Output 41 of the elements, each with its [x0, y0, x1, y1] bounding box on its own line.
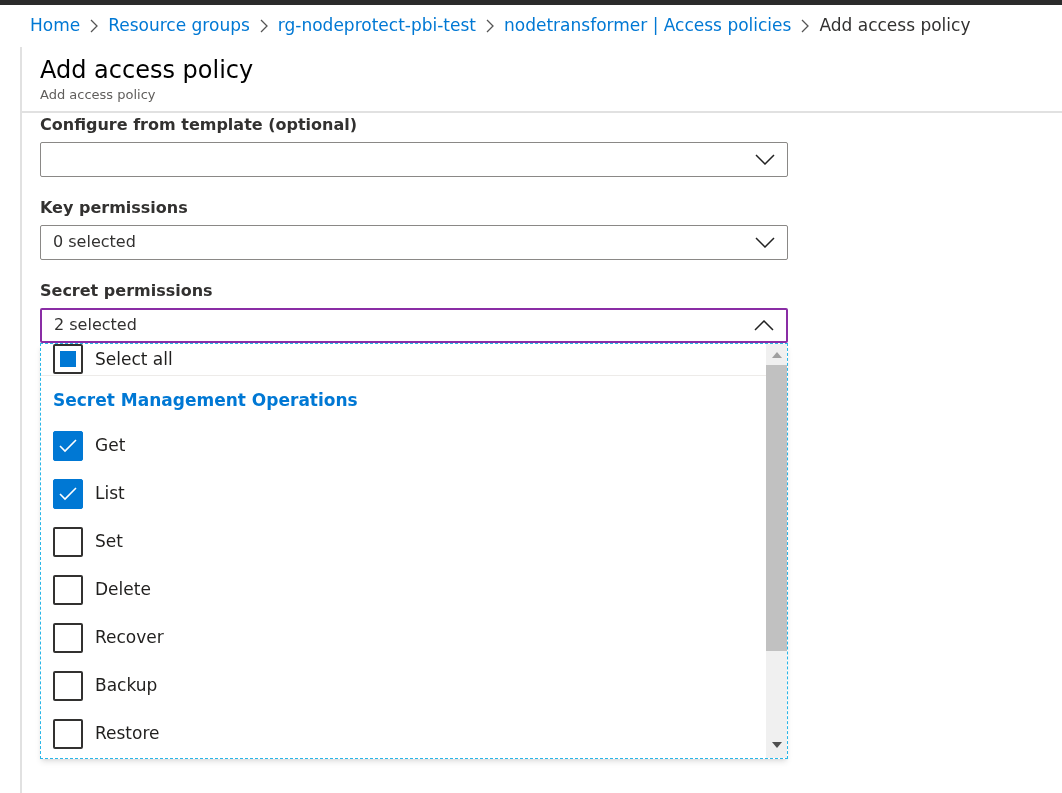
breadcrumb-link[interactable]: nodetransformer | Access policies: [504, 13, 792, 39]
breadcrumb-link[interactable]: Home: [30, 13, 81, 39]
checkbox[interactable]: [53, 478, 83, 509]
checkbox[interactable]: [53, 526, 83, 557]
permission-option[interactable]: Recover: [41, 613, 766, 662]
chevron-up-icon: [754, 319, 774, 331]
checkmark-icon: [58, 485, 78, 502]
breadcrumb-link[interactable]: Resource groups: [108, 13, 250, 39]
chevron-right-icon: [801, 19, 810, 33]
chevron-right-icon: [486, 19, 495, 33]
permission-option[interactable]: Get: [41, 421, 766, 470]
permission-option[interactable]: Delete: [41, 565, 766, 614]
chevron-down-icon: [755, 153, 775, 165]
permission-option[interactable]: Restore: [41, 709, 766, 758]
chevron-right-icon: [90, 19, 99, 33]
permission-option[interactable]: Set: [41, 517, 766, 566]
dropdown-field[interactable]: [40, 141, 788, 177]
checkbox[interactable]: [53, 344, 83, 375]
checkbox[interactable]: [53, 574, 83, 605]
group-heading: Secret Management Operations: [52, 389, 359, 412]
scroll-down-icon[interactable]: [771, 740, 782, 749]
panel-subtitle: Add access policy: [40, 86, 157, 104]
chevron-down-icon: [755, 236, 775, 248]
breadcrumb-current: Add access policy: [819, 14, 971, 38]
field-label: Key permissions: [40, 196, 189, 219]
checkbox[interactable]: [53, 718, 83, 749]
dropdown-field[interactable]: 0 selected: [40, 224, 788, 260]
checkmark-icon: [58, 437, 78, 454]
chevron-right-icon: [259, 19, 268, 33]
field-label: Configure from template (optional): [40, 113, 359, 136]
checkbox[interactable]: [53, 670, 83, 701]
permission-option[interactable]: List: [41, 469, 766, 518]
panel-title: Add access policy: [40, 55, 255, 85]
breadcrumb-link[interactable]: rg-nodeprotect-pbi-test: [277, 13, 477, 39]
dropdown-field[interactable]: 2 selected: [40, 307, 788, 343]
select-all-option[interactable]: Select all: [41, 343, 766, 376]
checkbox[interactable]: [53, 430, 83, 461]
field-label: Secret permissions: [40, 279, 214, 302]
checkbox[interactable]: [53, 622, 83, 653]
scrollbar[interactable]: [766, 343, 787, 758]
permission-option[interactable]: Backup: [41, 661, 766, 710]
